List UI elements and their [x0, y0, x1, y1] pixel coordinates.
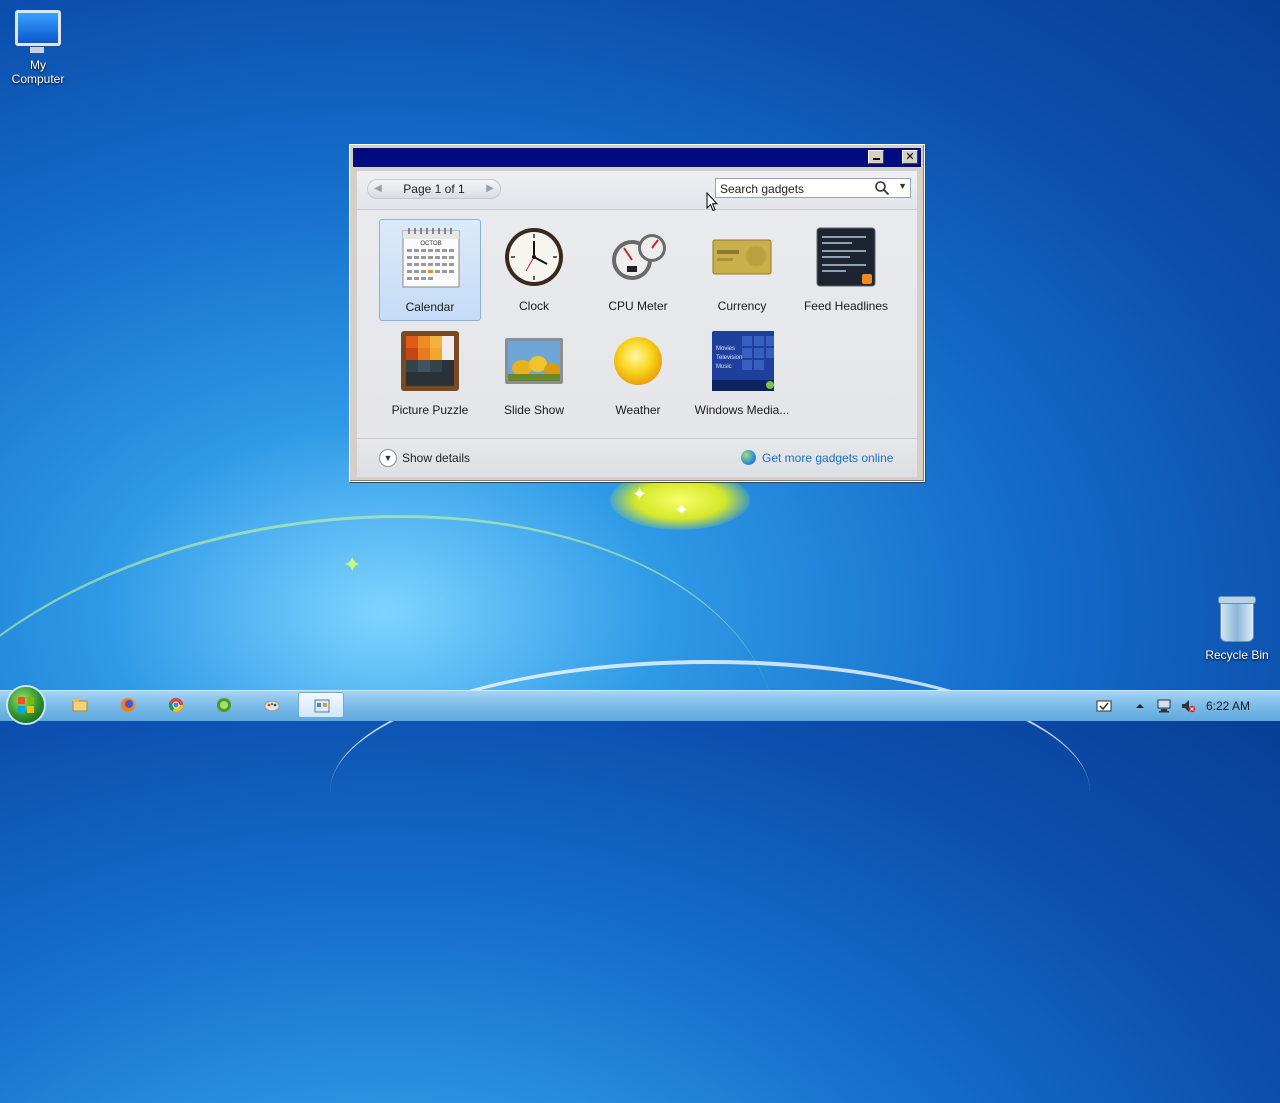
desktop-icon-label: My: [30, 58, 46, 72]
gadgets-footer: ▼ Show details Get more gadgets online: [357, 438, 917, 477]
svg-text:Television: Television: [716, 355, 742, 361]
gadgets-window: ✕ ◀ Page 1 of 1 ▶ Search gadgets ▼ OCTOB…: [349, 144, 925, 482]
recycle-bin-icon: [1218, 596, 1256, 642]
gadget-label: Currency: [717, 299, 767, 313]
chevron-right-icon: ▶: [486, 183, 494, 194]
next-page-button[interactable]: ▶: [482, 181, 498, 197]
calendar-month: OCTOB: [420, 241, 441, 247]
weather-icon: [614, 337, 662, 385]
file-explorer-icon: [72, 699, 88, 712]
xbox-icon: [217, 698, 231, 712]
close-icon: ✕: [905, 151, 915, 163]
close-button[interactable]: ✕: [902, 150, 918, 164]
gadget-picture-puzzle[interactable]: Picture Puzzle: [379, 323, 481, 425]
sparkle-icon: ✦: [632, 484, 648, 504]
gadget-currency[interactable]: Currency: [691, 219, 793, 321]
calendar-icon: OCTOB: [402, 228, 460, 288]
gadgets-toolbar: ◀ Page 1 of 1 ▶ Search gadgets ▼: [357, 171, 917, 210]
sparkle-icon: ✦: [343, 552, 362, 577]
gadget-windows-media[interactable]: Movies Television Music Windows Media...: [691, 323, 793, 425]
gadget-feed-headlines[interactable]: Feed Headlines: [795, 219, 897, 321]
gadget-calendar[interactable]: OCTOB Calendar: [379, 219, 481, 321]
previous-page-button[interactable]: ◀: [370, 181, 386, 197]
get-more-gadgets-link[interactable]: Get more gadgets online: [741, 450, 893, 468]
network-icon[interactable]: [1156, 698, 1172, 714]
start-button[interactable]: [8, 687, 44, 723]
chevron-down-icon[interactable]: ▼: [898, 181, 907, 191]
desktop-icon-label: Recycle Bin: [1205, 648, 1269, 662]
title-bar[interactable]: ✕: [353, 148, 921, 167]
mouse-cursor-icon: [706, 192, 718, 212]
gadget-weather[interactable]: Weather: [587, 323, 689, 425]
taskbar-app-file-explorer[interactable]: [60, 692, 100, 718]
my-computer-icon: [15, 10, 61, 53]
taskbar-app-gadgets[interactable]: [298, 692, 344, 718]
gadgets-app-icon: [314, 699, 330, 713]
taskbar-app-paint[interactable]: [252, 692, 292, 718]
gadget-cpu-meter[interactable]: CPU Meter: [587, 219, 689, 321]
taskbar-app-chrome[interactable]: [156, 692, 196, 718]
gadget-grid: OCTOB Calendar Clock CPU Meter Currency …: [379, 219, 899, 427]
get-more-gadgets-label: Get more gadgets online: [762, 451, 894, 465]
search-input[interactable]: Search gadgets ▼: [715, 178, 911, 198]
paint-icon: [264, 700, 280, 712]
svg-text:Movies: Movies: [716, 346, 735, 352]
gadget-clock[interactable]: Clock: [483, 219, 585, 321]
search-placeholder: Search gadgets: [720, 182, 805, 196]
firefox-icon: [121, 698, 135, 712]
action-center-icon[interactable]: [1096, 698, 1112, 714]
minimize-icon: [872, 158, 880, 160]
desktop-icon-recycle-bin[interactable]: Recycle Bin: [1199, 596, 1275, 662]
page-navigator: ◀ Page 1 of 1 ▶: [367, 179, 501, 199]
cpu-meter-icon: [612, 234, 666, 280]
volume-muted-icon[interactable]: [1180, 698, 1196, 714]
system-clock[interactable]: 6:22 AM: [1206, 699, 1250, 713]
desktop-icon-my-computer[interactable]: My Computer: [0, 10, 76, 86]
windows-media-icon: Movies Television Music: [712, 331, 774, 391]
windows-logo-icon: [18, 697, 34, 713]
taskbar: 6:22 AM: [0, 687, 1280, 723]
currency-icon: [712, 239, 772, 275]
minimize-button[interactable]: [868, 150, 884, 164]
chevron-left-icon: ◀: [374, 183, 382, 194]
gadget-label: Picture Puzzle: [391, 403, 469, 417]
gadget-label: Feed Headlines: [803, 299, 889, 313]
globe-icon: [741, 450, 756, 465]
search-icon[interactable]: [874, 180, 890, 196]
gadget-label: Windows Media...: [694, 403, 790, 417]
gadget-label: CPU Meter: [608, 299, 668, 313]
sparkle-icon: ✦: [674, 500, 690, 520]
picture-puzzle-icon: [401, 331, 459, 391]
clock-icon: [505, 228, 563, 286]
chrome-icon: [168, 698, 183, 712]
gadget-label: Slide Show: [503, 403, 565, 417]
page-indicator: Page 1 of 1: [403, 182, 465, 196]
chevron-up-icon[interactable]: [1132, 698, 1148, 714]
gadget-label: Clock: [518, 299, 549, 313]
taskbar-app-firefox[interactable]: [108, 692, 148, 718]
gadget-label: Calendar: [405, 300, 455, 314]
show-details-label: Show details: [402, 451, 471, 465]
desktop-icon-label: Computer: [11, 72, 65, 86]
slide-show-icon: [505, 338, 563, 384]
gadget-slide-show[interactable]: Slide Show: [483, 323, 585, 425]
feed-headlines-icon: [816, 227, 876, 287]
chevron-down-icon: ▼: [379, 449, 397, 467]
taskbar-app-xbox[interactable]: [204, 692, 244, 718]
gadgets-panel: ◀ Page 1 of 1 ▶ Search gadgets ▼ OCTOB C…: [357, 171, 917, 477]
gadget-label: Weather: [615, 403, 661, 417]
svg-text:Music: Music: [716, 364, 732, 370]
